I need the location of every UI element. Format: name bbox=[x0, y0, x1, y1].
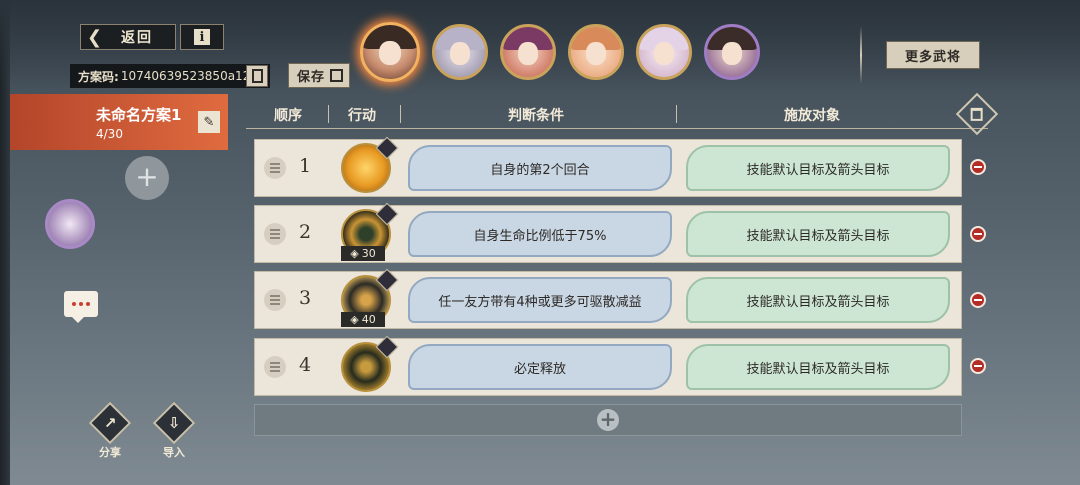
cooldown-value: 30 bbox=[361, 247, 376, 260]
plan-code-box: 方案码: 10740639523850a12 bbox=[70, 64, 270, 88]
info-button[interactable]: i bbox=[180, 24, 224, 50]
plan-code-label: 方案码: bbox=[78, 69, 119, 84]
plan-name: 未命名方案1 bbox=[96, 106, 182, 124]
header-underline bbox=[246, 128, 988, 129]
table-header: 顺序 行动 判断条件 施放对象 bbox=[246, 100, 988, 128]
general-avatar-5[interactable] bbox=[636, 24, 692, 80]
divider bbox=[860, 26, 862, 84]
target-field[interactable]: 技能默认目标及箭头目标 bbox=[686, 344, 950, 390]
condition-field[interactable]: 任一友方带有4种或更多可驱散减益 bbox=[408, 277, 672, 323]
target-field[interactable]: 技能默认目标及箭头目标 bbox=[686, 211, 950, 257]
info-icon: i bbox=[194, 29, 210, 45]
table-row: 2 ◈ 30 自身生命比例低于75% 技能默认目标及箭头目标 bbox=[254, 202, 962, 263]
share-icon: ↗ bbox=[88, 401, 132, 445]
plan-code-value: 10740639523850a12 bbox=[120, 69, 251, 83]
row-order: 4 bbox=[299, 354, 312, 376]
save-button[interactable]: 保存 bbox=[288, 63, 350, 88]
condition-field[interactable]: 自身的第2个回合 bbox=[408, 145, 672, 191]
chat-icon[interactable] bbox=[64, 291, 98, 323]
general-avatar-list bbox=[360, 22, 760, 82]
add-row-button[interactable]: + bbox=[254, 404, 962, 436]
pencil-icon[interactable]: ✎ bbox=[198, 111, 220, 133]
more-generals-button[interactable]: 更多武将 bbox=[886, 41, 980, 69]
plan-tab-active[interactable]: 未命名方案1 4/30 bbox=[10, 94, 228, 150]
general-avatar-6[interactable] bbox=[704, 24, 760, 80]
cooldown-badge: ◈ 40 bbox=[341, 312, 385, 327]
minus-circle-icon[interactable] bbox=[970, 292, 986, 308]
back-label: 返回 bbox=[121, 30, 153, 46]
import-button[interactable]: ⇩ 导入 bbox=[152, 401, 196, 460]
drag-handle-icon[interactable] bbox=[264, 223, 286, 245]
target-field[interactable]: 技能默认目标及箭头目标 bbox=[686, 145, 950, 191]
general-avatar-4[interactable] bbox=[568, 24, 624, 80]
table-row: 3 ◈ 40 任一友方带有4种或更多可驱散减益 技能默认目标及箭头目标 bbox=[254, 268, 962, 329]
side-avatar[interactable] bbox=[45, 199, 95, 249]
share-label: 分享 bbox=[99, 446, 121, 459]
disk-icon bbox=[330, 69, 343, 82]
row-order: 1 bbox=[299, 155, 312, 177]
skill-icon[interactable] bbox=[341, 136, 399, 193]
row-order: 3 bbox=[299, 287, 312, 309]
general-avatar-2[interactable] bbox=[432, 24, 488, 80]
condition-field[interactable]: 自身生命比例低于75% bbox=[408, 211, 672, 257]
table-row: 1 自身的第2个回合 技能默认目标及箭头目标 bbox=[254, 136, 962, 197]
condition-field[interactable]: 必定释放 bbox=[408, 344, 672, 390]
table-row: 4 必定释放 技能默认目标及箭头目标 bbox=[254, 335, 962, 396]
share-button[interactable]: ↗ 分享 bbox=[88, 401, 132, 460]
import-icon: ⇩ bbox=[152, 401, 196, 445]
copy-icon[interactable] bbox=[246, 65, 268, 87]
header-action: 行动 bbox=[348, 108, 376, 124]
target-field[interactable]: 技能默认目标及箭头目标 bbox=[686, 277, 950, 323]
skill-icon[interactable]: ◈ 30 bbox=[341, 202, 399, 261]
minus-circle-icon[interactable] bbox=[970, 226, 986, 242]
minus-circle-icon[interactable] bbox=[970, 358, 986, 374]
skill-icon[interactable] bbox=[341, 335, 399, 392]
plan-count: 4/30 bbox=[96, 127, 123, 141]
general-avatar-1[interactable] bbox=[360, 22, 420, 82]
chevron-left-icon: ❮ bbox=[87, 27, 105, 48]
row-order: 2 bbox=[299, 221, 312, 243]
plus-icon: + bbox=[597, 409, 619, 431]
drag-handle-icon[interactable] bbox=[264, 356, 286, 378]
header-order: 顺序 bbox=[274, 108, 302, 124]
general-avatar-3[interactable] bbox=[500, 24, 556, 80]
drag-handle-icon[interactable] bbox=[264, 157, 286, 179]
cooldown-badge: ◈ 30 bbox=[341, 246, 385, 261]
cooldown-value: 40 bbox=[361, 313, 376, 326]
import-label: 导入 bbox=[163, 446, 185, 459]
save-label: 保存 bbox=[297, 70, 326, 85]
header-target: 施放对象 bbox=[784, 108, 840, 124]
minus-circle-icon[interactable] bbox=[970, 159, 986, 175]
header-condition: 判断条件 bbox=[508, 108, 564, 124]
add-plan-button[interactable]: + bbox=[125, 156, 169, 200]
skill-icon[interactable]: ◈ 40 bbox=[341, 268, 399, 327]
back-button[interactable]: ❮ 返回 bbox=[80, 24, 176, 50]
drag-handle-icon[interactable] bbox=[264, 289, 286, 311]
